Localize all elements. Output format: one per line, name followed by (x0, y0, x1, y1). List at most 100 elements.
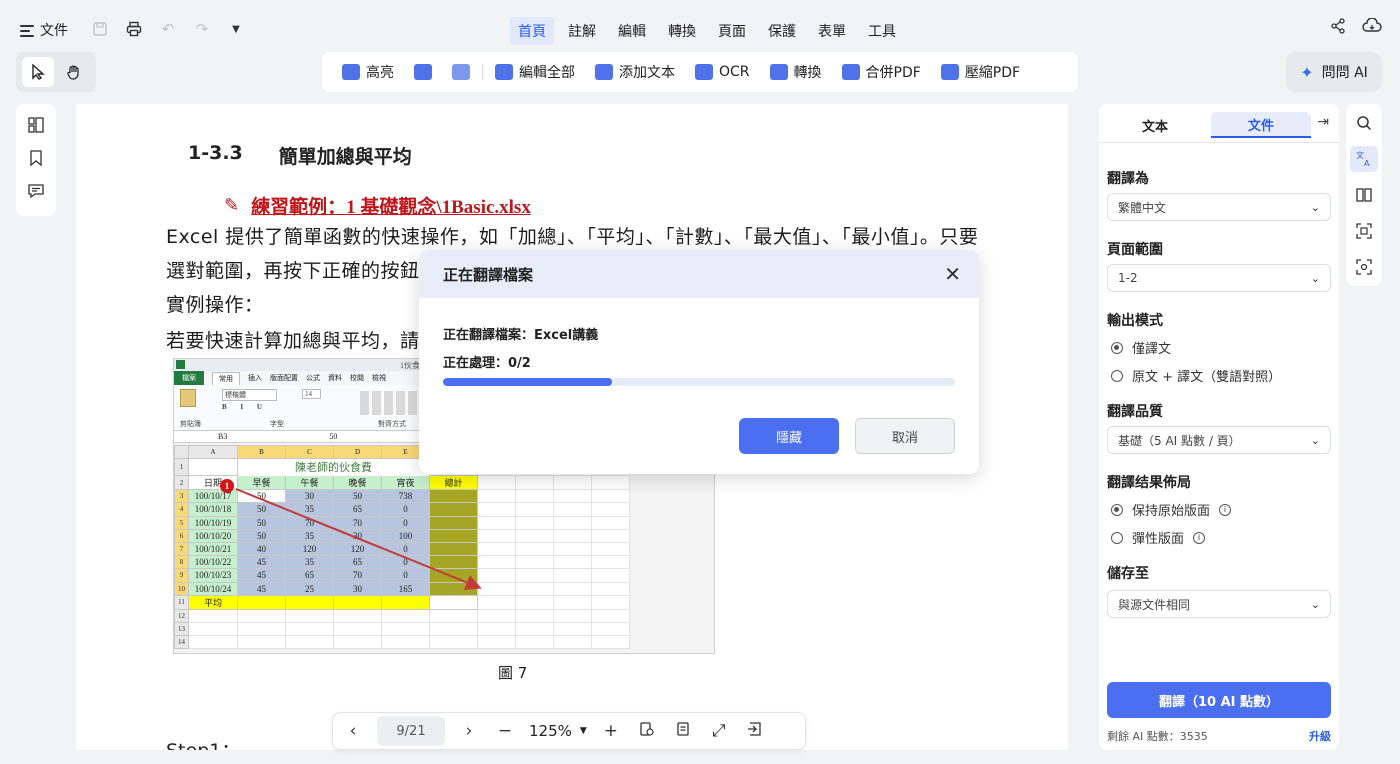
collapse-panel-icon[interactable]: ⇥ (1317, 114, 1329, 130)
header-cell: 晚餐 (333, 475, 382, 491)
crop-icon[interactable] (1350, 218, 1378, 244)
hand-tool-icon[interactable] (58, 57, 90, 87)
page-view-icon[interactable] (671, 721, 695, 742)
file-menu[interactable]: 文件 (20, 20, 68, 40)
next-page-icon[interactable]: › (457, 721, 481, 741)
save-icon[interactable] (90, 18, 110, 40)
bookmark-icon[interactable] (28, 149, 44, 171)
row-header: 6 (174, 528, 189, 543)
data-cell: 25 (285, 581, 334, 596)
collapse-bar-icon[interactable] (743, 721, 767, 742)
close-icon[interactable]: ✕ (944, 262, 961, 286)
data-cell: 45 (237, 555, 286, 570)
zoom-select[interactable]: 125% ▼ (529, 722, 587, 740)
edit-all-button[interactable]: 編輯全部 (485, 62, 585, 82)
zoom-value: 125% (529, 722, 572, 740)
translate-to-label: 翻譯為 (1107, 171, 1149, 187)
data-cell: 70 (333, 515, 382, 530)
tab-form[interactable]: 表單 (810, 17, 854, 45)
total-cell (429, 515, 478, 530)
info-icon[interactable]: i (1219, 503, 1232, 516)
total-cell (429, 502, 478, 517)
tab-text[interactable]: 文本 (1105, 112, 1205, 138)
translate-icon[interactable]: 文A (1350, 146, 1378, 172)
previous-page-icon[interactable]: ‹ (341, 721, 365, 741)
tab-tools[interactable]: 工具 (860, 17, 904, 45)
data-cell: 100 (381, 528, 430, 543)
save-to-select[interactable]: 與源文件相同 ⌄ (1107, 590, 1331, 618)
step-label: Step1： (166, 736, 240, 750)
fit-page-icon[interactable]: ⤢ (707, 721, 731, 741)
quality-select[interactable]: 基礎（5 AI 點數 / 頁） ⌄ (1107, 426, 1331, 454)
excel-group-label: 剪貼簿 (180, 420, 201, 428)
translate-panel: 文本 文件 ⇥ 翻譯為 繁體中文 ⌄ 頁面範圍 1-2 ⌄ 輸出模式 僅譯文 原… (1099, 104, 1339, 750)
data-cell: 50 (237, 489, 286, 504)
row-header: 13 (174, 621, 189, 637)
zoom-out-icon[interactable]: − (493, 721, 517, 741)
total-cell (429, 555, 478, 570)
row-header: 14 (174, 635, 189, 650)
compress-pdf-button[interactable]: 壓縮PDF (931, 62, 1030, 82)
underline-highlight-button[interactable] (404, 64, 442, 80)
page-number-input[interactable]: 9/21 (377, 716, 445, 746)
tab-protect[interactable]: 保護 (760, 17, 804, 45)
rotate-page-icon[interactable] (635, 721, 659, 742)
thumbnails-icon[interactable] (27, 116, 45, 138)
cancel-button[interactable]: 取消 (855, 418, 955, 454)
data-cell: 30 (333, 528, 382, 543)
excel-tab: 資料 (328, 374, 342, 382)
output-mode-bilingual[interactable]: 原文 + 譯文（雙語對照） (1111, 366, 1281, 385)
layout-flexible[interactable]: 彈性版面 i (1111, 528, 1206, 547)
cloud-sync-icon[interactable] (1362, 17, 1382, 38)
ocr-button[interactable]: OCR (685, 64, 760, 80)
search-icon[interactable] (1350, 110, 1378, 136)
tab-comment[interactable]: 註解 (560, 17, 604, 45)
merge-pdf-button[interactable]: 合併PDF (832, 62, 931, 82)
row-header: 1 (174, 458, 189, 477)
remaining-points: 剩餘 AI 點數：3535 (1107, 730, 1208, 743)
translate-button[interactable]: 翻譯（10 AI 點數） (1107, 682, 1331, 718)
comments-icon[interactable] (27, 182, 45, 204)
share-icon[interactable] (1330, 18, 1346, 38)
output-mode-label: 輸出模式 (1107, 313, 1163, 329)
practice-example: ✎ 練習範例：1 基礎觀念\1Basic.xlsx (224, 192, 531, 219)
select-cursor-icon[interactable] (22, 57, 54, 87)
save-to-label: 儲存至 (1107, 566, 1149, 582)
undo-icon[interactable]: ↶ (158, 18, 178, 40)
tab-file[interactable]: 文件 (1211, 112, 1311, 138)
print-icon[interactable] (124, 18, 144, 40)
tab-page[interactable]: 頁面 (710, 17, 754, 45)
output-mode-translation-only[interactable]: 僅譯文 (1111, 338, 1171, 357)
page-range-select[interactable]: 1-2 ⌄ (1107, 264, 1331, 292)
practice-file-link[interactable]: 練習範例：1 基礎觀念\1Basic.xlsx (251, 192, 531, 219)
eraser-button[interactable] (442, 64, 480, 80)
add-text-button[interactable]: 添加文本 (585, 62, 685, 82)
data-cell: 120 (333, 541, 382, 557)
highlight-button[interactable]: 高亮 (332, 62, 404, 82)
zoom-in-icon[interactable]: + (599, 721, 623, 741)
chevron-down-icon: ⌄ (1310, 200, 1320, 214)
ask-ai-button[interactable]: ✦ 問問 AI (1286, 52, 1382, 92)
info-icon[interactable]: i (1193, 531, 1206, 544)
redo-icon[interactable]: ↷ (192, 18, 212, 40)
upgrade-link[interactable]: 升級 (1309, 728, 1331, 744)
data-cell: 165 (381, 581, 430, 596)
ai-points-footer: 剩餘 AI 點數：3535 升級 (1107, 728, 1331, 744)
convert-button[interactable]: 轉換 (760, 62, 832, 82)
tab-edit[interactable]: 編輯 (610, 17, 654, 45)
layout-keep-original[interactable]: 保持原始版面 i (1111, 500, 1232, 519)
radio-unselected (1111, 531, 1123, 544)
hide-button[interactable]: 隱藏 (739, 418, 839, 454)
data-cell: 70 (285, 515, 334, 530)
svg-text:A: A (1364, 159, 1370, 168)
ask-ai-label: 問問 AI (1321, 65, 1368, 81)
translate-to-select[interactable]: 繁體中文 ⌄ (1107, 193, 1331, 221)
menu-icon (20, 24, 34, 37)
dropdown-caret-icon[interactable]: ▼ (226, 18, 246, 40)
tab-convert[interactable]: 轉換 (660, 17, 704, 45)
excel-cell-ref: B3 (218, 432, 228, 441)
excel-tab: 檢視 (372, 374, 386, 382)
tab-home[interactable]: 首頁 (510, 17, 554, 45)
screenshot-icon[interactable] (1350, 254, 1378, 280)
compare-icon[interactable] (1350, 182, 1378, 208)
